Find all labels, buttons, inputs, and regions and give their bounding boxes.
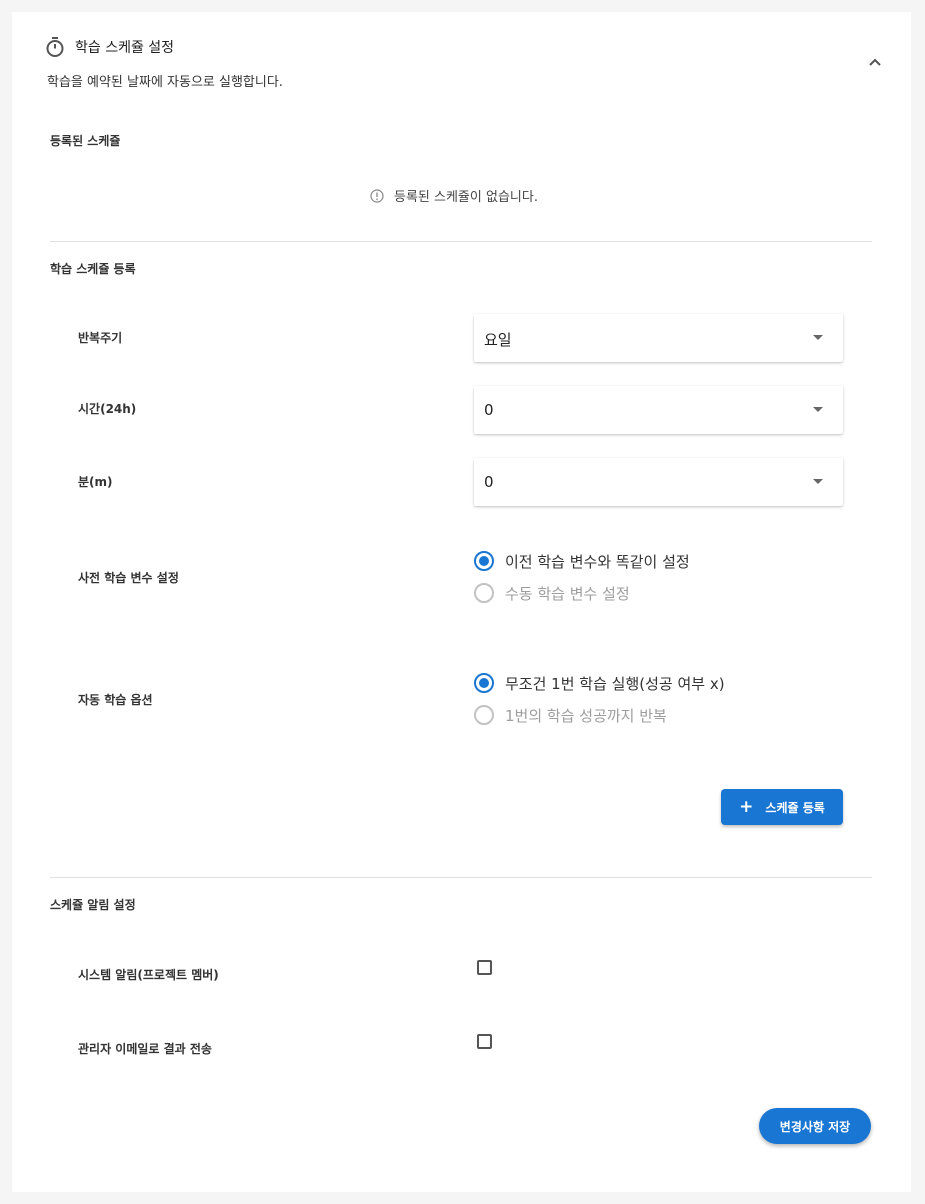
repeat-select-value: 요일: [484, 331, 512, 349]
radio-label: 1번의 학습 성공까지 반복: [505, 706, 667, 725]
radio-label: 이전 학습 변수와 똑같이 설정: [505, 552, 690, 571]
admin-email-checkbox[interactable]: [477, 1034, 492, 1049]
save-changes-button[interactable]: 변경사항 저장: [759, 1108, 871, 1144]
divider: [50, 877, 872, 878]
schedule-settings-card: 학습 스케쥴 설정 학습을 예약된 날짜에 자동으로 실행합니다. 등록된 스케…: [12, 12, 911, 1192]
radio-button[interactable]: [474, 583, 494, 603]
hour-label: 시간(24h): [78, 402, 137, 416]
system-alert-checkbox[interactable]: [477, 960, 492, 975]
empty-message-text: 등록된 스케쥴이 없습니다.: [394, 190, 538, 205]
dropdown-arrow-icon: [813, 407, 823, 412]
radio-same-as-previous[interactable]: 이전 학습 변수와 똑같이 설정: [474, 550, 690, 572]
radio-label: 수동 학습 변수 설정: [505, 584, 630, 603]
minute-label: 분(m): [78, 475, 113, 489]
registered-schedules-title: 등록된 스케쥴: [50, 134, 121, 148]
minute-select-value: 0: [484, 473, 494, 491]
notification-settings-title: 스케쥴 알림 설정: [50, 898, 136, 912]
auto-option-label: 자동 학습 옵션: [78, 693, 153, 707]
divider: [50, 241, 872, 242]
minute-select[interactable]: 0: [474, 458, 843, 506]
radio-button-checked[interactable]: [474, 551, 494, 571]
system-alert-label: 시스템 알림(프로젝트 멤버): [78, 968, 219, 982]
collapse-button[interactable]: [862, 49, 888, 75]
hour-select-value: 0: [484, 401, 494, 419]
dropdown-arrow-icon: [813, 335, 823, 340]
radio-repeat-until-success[interactable]: 1번의 학습 성공까지 반복: [474, 704, 667, 726]
empty-schedule-message: 등록된 스케쥴이 없습니다.: [370, 186, 538, 205]
radio-manual-vars[interactable]: 수동 학습 변수 설정: [474, 582, 630, 604]
pre-vars-label: 사전 학습 변수 설정: [78, 571, 179, 585]
page-title: 학습 스케쥴 설정: [75, 40, 175, 56]
radio-label: 무조건 1번 학습 실행(성공 여부 x): [505, 674, 725, 693]
radio-button[interactable]: [474, 705, 494, 725]
dropdown-arrow-icon: [813, 479, 823, 484]
repeat-select[interactable]: 요일: [474, 314, 843, 362]
radio-run-once[interactable]: 무조건 1번 학습 실행(성공 여부 x): [474, 672, 725, 694]
info-icon: [370, 188, 384, 203]
register-schedule-title: 학습 스케쥴 등록: [50, 262, 136, 276]
repeat-label: 반복주기: [78, 331, 123, 345]
plus-icon: +: [739, 796, 754, 817]
register-button-label: 스케쥴 등록: [765, 800, 825, 815]
page-description: 학습을 예약된 날짜에 자동으로 실행합니다.: [47, 75, 283, 90]
radio-button-checked[interactable]: [474, 673, 494, 693]
stopwatch-icon: [46, 37, 64, 57]
admin-email-label: 관리자 이메일로 결과 전송: [78, 1042, 212, 1056]
hour-select[interactable]: 0: [474, 386, 843, 434]
register-schedule-button[interactable]: + 스케쥴 등록: [721, 789, 843, 825]
chevron-up-icon: [869, 58, 881, 66]
